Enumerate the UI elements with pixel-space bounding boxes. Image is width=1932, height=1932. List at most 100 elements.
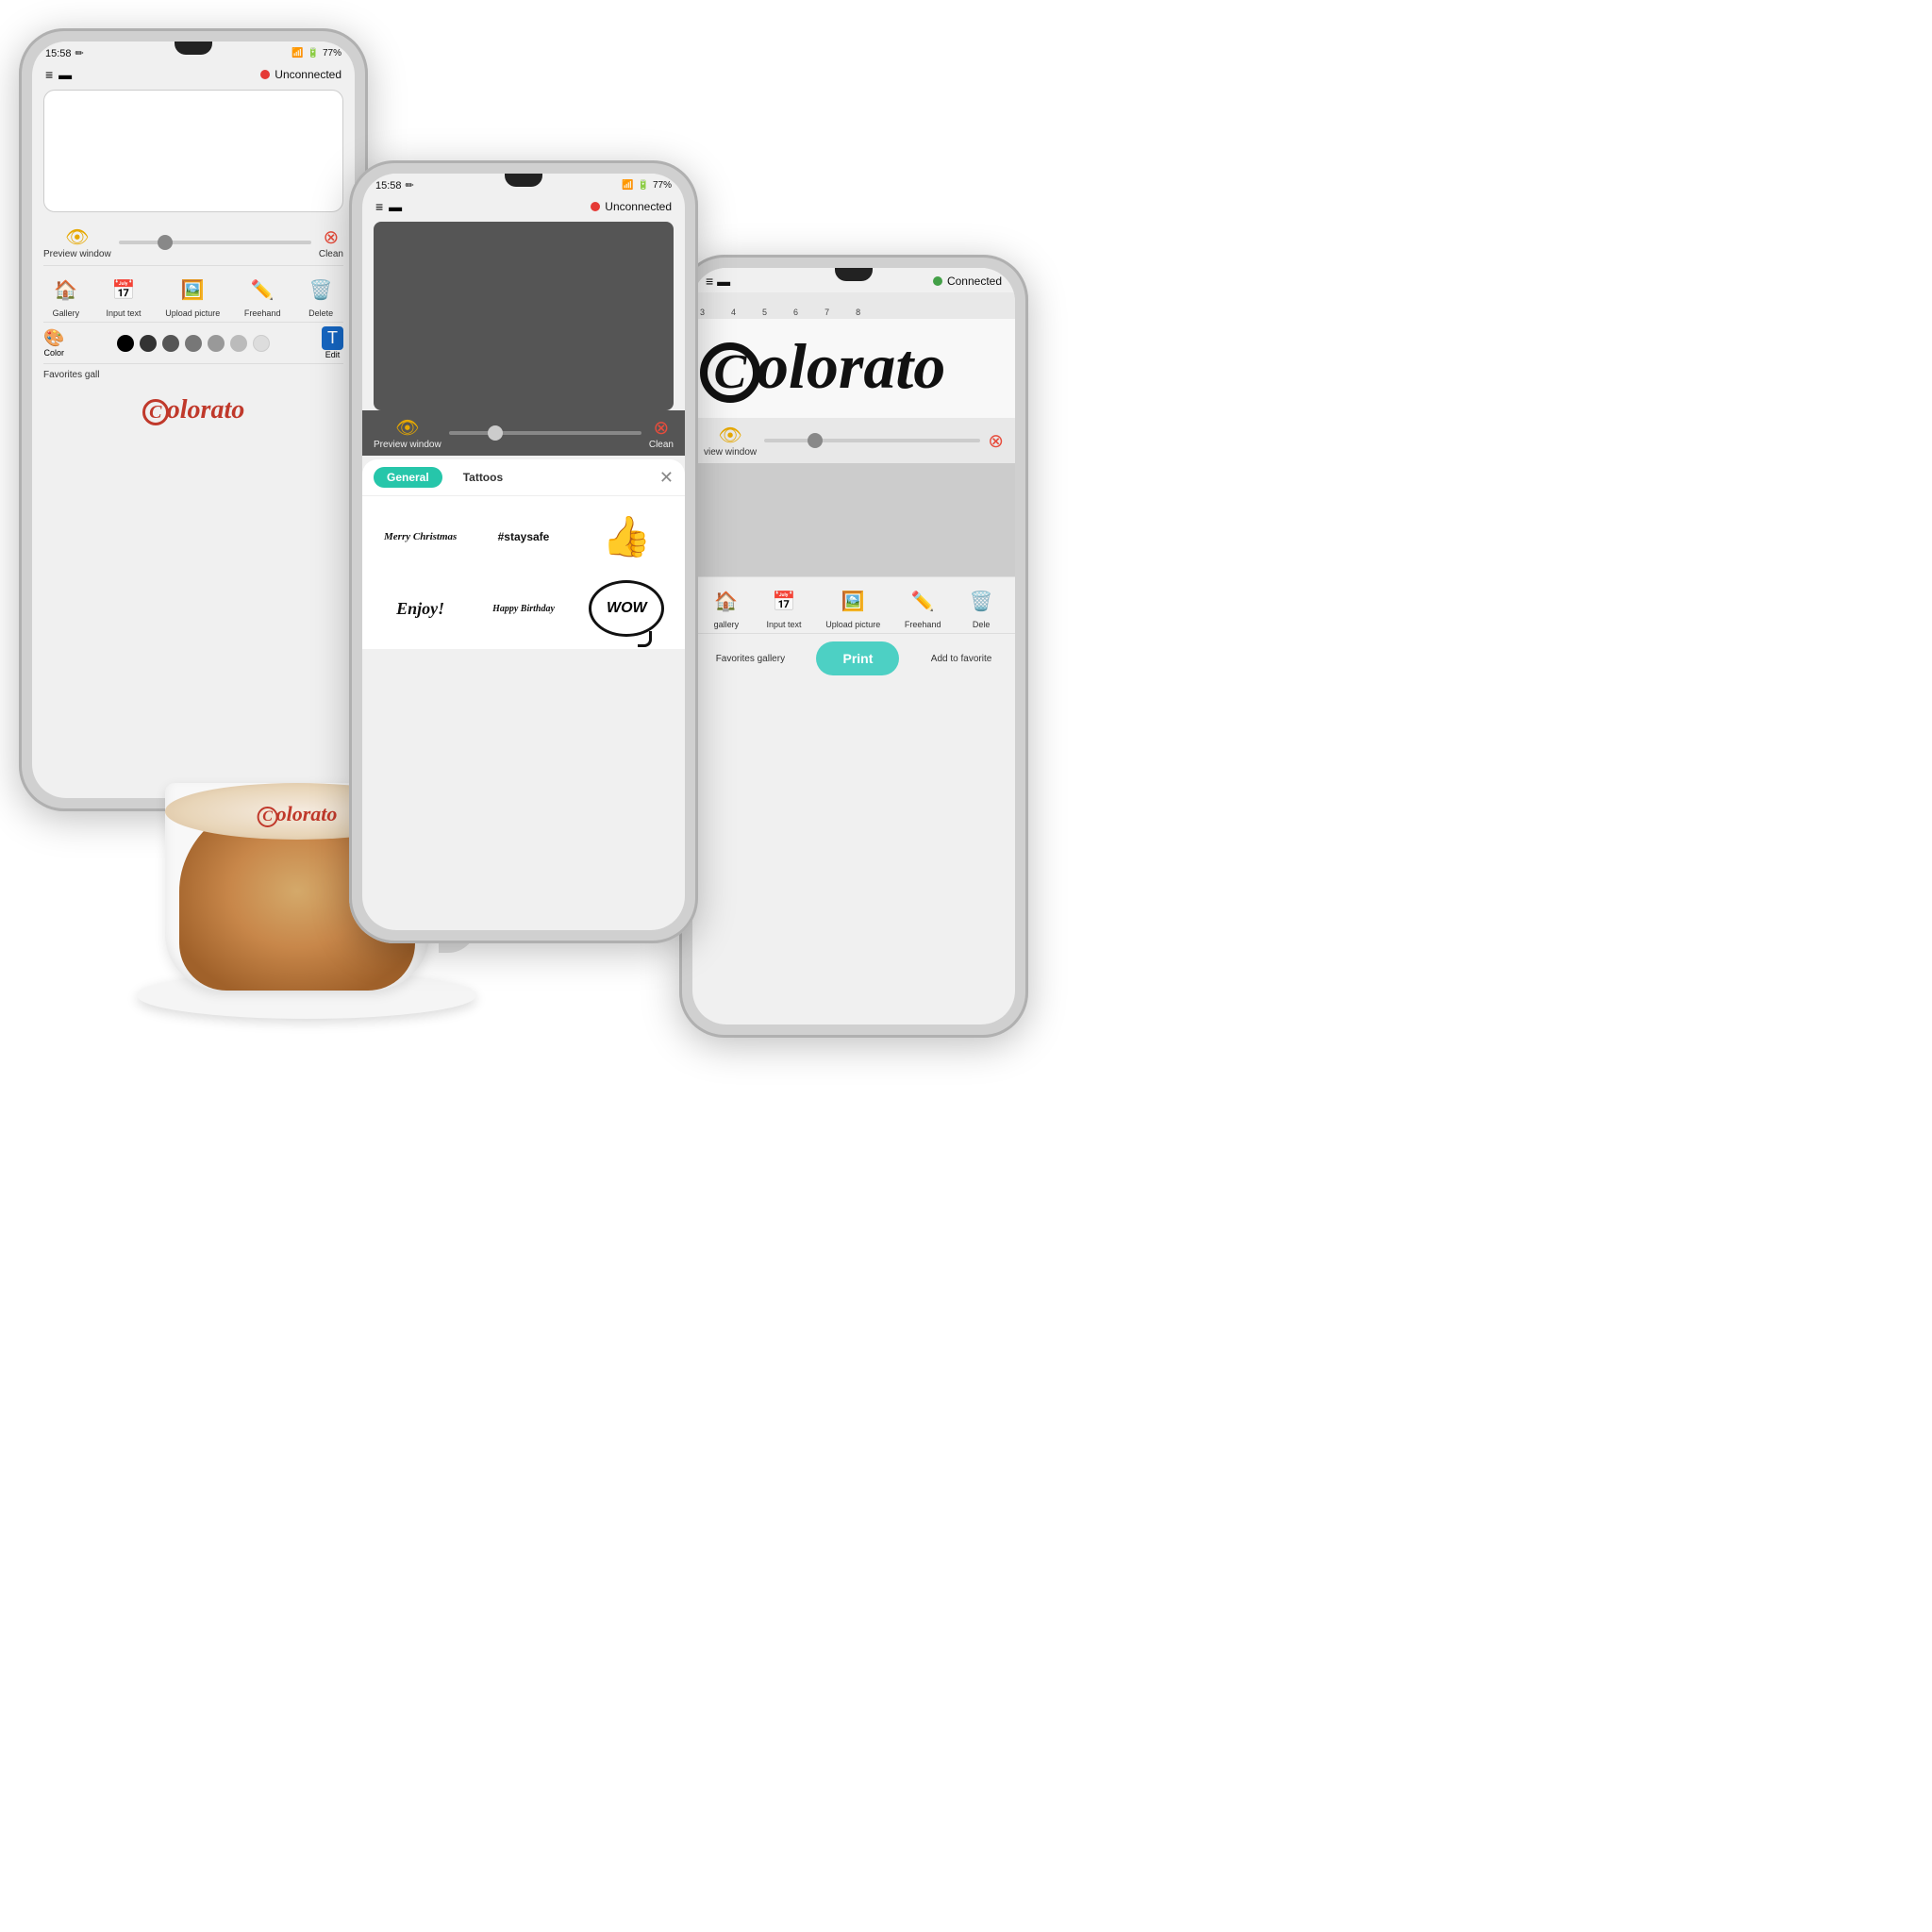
phone-2: 15:58 ✏ 📶 🔋 77% ≡ ▬ Unconnected: [349, 160, 698, 943]
color-palette: [117, 335, 270, 352]
phone-1-color-row: 🎨 Color T Edit: [32, 323, 355, 363]
phone-1-icons: 📶 🔋 77%: [291, 48, 341, 58]
gallery-3-icon[interactable]: 🏠: [710, 585, 742, 617]
color-wheel-section: 🎨 Color: [43, 328, 64, 358]
tab-general[interactable]: General: [374, 467, 442, 488]
phone-1-left-icons: ≡ ▬: [45, 67, 72, 82]
list-icon: ≡: [45, 67, 53, 82]
edit-section: T Edit: [322, 326, 343, 359]
color-midgray[interactable]: [185, 335, 202, 352]
favorites-gallery-btn[interactable]: Favorites gallery: [716, 654, 785, 664]
menu-3-icon: ≡: [706, 274, 713, 289]
connection-text: Unconnected: [275, 68, 341, 81]
sticker-staysafe[interactable]: #staysafe: [475, 504, 572, 570]
phone-3-preview-section: 👁 view window: [704, 424, 757, 458]
input-text-3-icon[interactable]: 📅: [768, 585, 800, 617]
input-text-icon[interactable]: 📅: [108, 274, 140, 306]
sticker-merry-christmas[interactable]: Merry Christmas: [372, 504, 469, 570]
phone-2-time: 15:58 ✏: [375, 179, 414, 192]
phone-3-slider[interactable]: [764, 439, 980, 442]
phone-1-preview-section: 👁 Preview window: [43, 225, 111, 259]
phone-1-notch: [175, 42, 212, 55]
upload-icon[interactable]: 🖼️: [176, 274, 208, 306]
eye-3-icon: 👁: [718, 424, 741, 447]
color-white[interactable]: [253, 335, 270, 352]
close-circle-icon[interactable]: ⊗: [324, 225, 340, 249]
tool-3-gallery[interactable]: 🏠 gallery: [710, 585, 742, 629]
phone-1-slider-thumb[interactable]: [158, 235, 173, 250]
colorato-big-text: Colorato: [700, 334, 1008, 403]
phone-3-colorato-display: Colorato: [692, 319, 1015, 418]
phone-2-screen: 15:58 ✏ 📶 🔋 77% ≡ ▬ Unconnected: [362, 174, 685, 930]
time-2-text: 15:58: [375, 180, 402, 192]
ruler-mark-4: 4: [731, 308, 736, 317]
phone-1-connection: Unconnected: [260, 67, 341, 82]
tab-tattoos[interactable]: Tattoos: [450, 467, 516, 488]
phone-3-bottom-bar: Favorites gallery Print Add to favorite: [692, 633, 1015, 683]
phone-2-system-row: ≡ ▬ Unconnected: [362, 195, 685, 218]
battery-percent: 77%: [323, 48, 341, 58]
tool-input-text[interactable]: 📅 Input text: [107, 274, 142, 318]
freehand-3-label: Freehand: [905, 620, 941, 629]
phone-1-tools: 🏠 Gallery 📅 Input text 🖼️ Upload picture…: [32, 266, 355, 322]
edit-icon[interactable]: T: [322, 326, 343, 350]
delete-icon[interactable]: 🗑️: [305, 274, 337, 306]
freehand-icon[interactable]: ✏️: [246, 274, 278, 306]
color-lightgray[interactable]: [208, 335, 225, 352]
gallery-icon[interactable]: 🏠: [50, 274, 82, 306]
input-text-3-label: Input text: [767, 620, 802, 629]
sticker-wow[interactable]: WOW: [578, 575, 675, 641]
battery-2-icon: 🔋: [638, 180, 649, 191]
tool-3-input-text[interactable]: 📅 Input text: [767, 585, 802, 629]
phone-1-slider-row: 👁 Preview window ⊗ Clean: [32, 220, 355, 265]
phone-3-tools: 🏠 gallery 📅 Input text 🖼️ Upload picture…: [692, 577, 1015, 633]
tool-3-upload[interactable]: 🖼️ Upload picture: [825, 585, 880, 629]
tool-3-freehand[interactable]: ✏️ Freehand: [905, 585, 941, 629]
ruler-mark-3: 3: [700, 308, 705, 317]
battery-icon: 🔋: [308, 48, 319, 58]
connection-2-text: Unconnected: [605, 200, 672, 213]
phone-2-icons: 📶 🔋 77%: [622, 180, 672, 191]
close-circle-3-icon[interactable]: ⊗: [988, 429, 1004, 453]
add-to-favorite-btn[interactable]: Add to favorite: [931, 654, 991, 664]
cup-logo-overlay: Colorato: [258, 802, 338, 827]
tool-gallery[interactable]: 🏠 Gallery: [50, 274, 82, 318]
phone-3-ruler: 3 4 5 6 7 8: [692, 292, 1015, 319]
close-panel-icon[interactable]: ✕: [659, 468, 674, 488]
battery-bar-icon: ▬: [58, 67, 72, 82]
freehand-3-icon[interactable]: ✏️: [907, 585, 939, 617]
color-darkgray[interactable]: [140, 335, 157, 352]
phone-2-notch: [505, 174, 542, 187]
delete-label: Delete: [308, 308, 333, 318]
sticker-thumbsup[interactable]: 👍: [578, 504, 675, 570]
color-gray[interactable]: [162, 335, 179, 352]
tool-delete[interactable]: 🗑️ Delete: [305, 274, 337, 318]
sticker-happy-birthday[interactable]: Happy Birthday: [475, 575, 572, 641]
phone-3-screen: ≡ ▬ Connected 3 4 5 6 7 8 Colorato: [692, 268, 1015, 1024]
color-wheel-icon[interactable]: 🎨: [43, 328, 64, 348]
upload-3-icon[interactable]: 🖼️: [837, 585, 869, 617]
sticker-enjoy[interactable]: Enjoy!: [372, 575, 469, 641]
tool-upload-picture[interactable]: 🖼️ Upload picture: [165, 274, 220, 318]
phone-1-slider[interactable]: [119, 241, 311, 244]
phone-3: ≡ ▬ Connected 3 4 5 6 7 8 Colorato: [679, 255, 1028, 1038]
close-circle-2-icon[interactable]: ⊗: [654, 416, 670, 440]
ruler-mark-8: 8: [856, 308, 860, 317]
color-silver[interactable]: [230, 335, 247, 352]
ruler-mark-7: 7: [824, 308, 829, 317]
phone-2-slider[interactable]: [449, 431, 641, 435]
phone-1-favorites: Favorites gall: [32, 364, 355, 386]
phone-3-slider-thumb[interactable]: [808, 433, 823, 448]
connection-dot: [260, 70, 270, 79]
color-black[interactable]: [117, 335, 134, 352]
colorato-rest-text: olorato: [757, 330, 945, 402]
delete-3-icon[interactable]: 🗑️: [965, 585, 997, 617]
cup-colorato-text: Colorato: [258, 802, 338, 825]
tool-3-delete[interactable]: 🗑️ Dele: [965, 585, 997, 629]
phone-3-left: ≡ ▬: [706, 274, 730, 289]
signal-2-icon: 📶: [622, 180, 633, 191]
phone-2-slider-thumb[interactable]: [488, 425, 503, 441]
phone-1-time: 15:58 ✏: [45, 47, 84, 59]
print-button[interactable]: Print: [816, 641, 899, 675]
tool-freehand[interactable]: ✏️ Freehand: [244, 274, 281, 318]
